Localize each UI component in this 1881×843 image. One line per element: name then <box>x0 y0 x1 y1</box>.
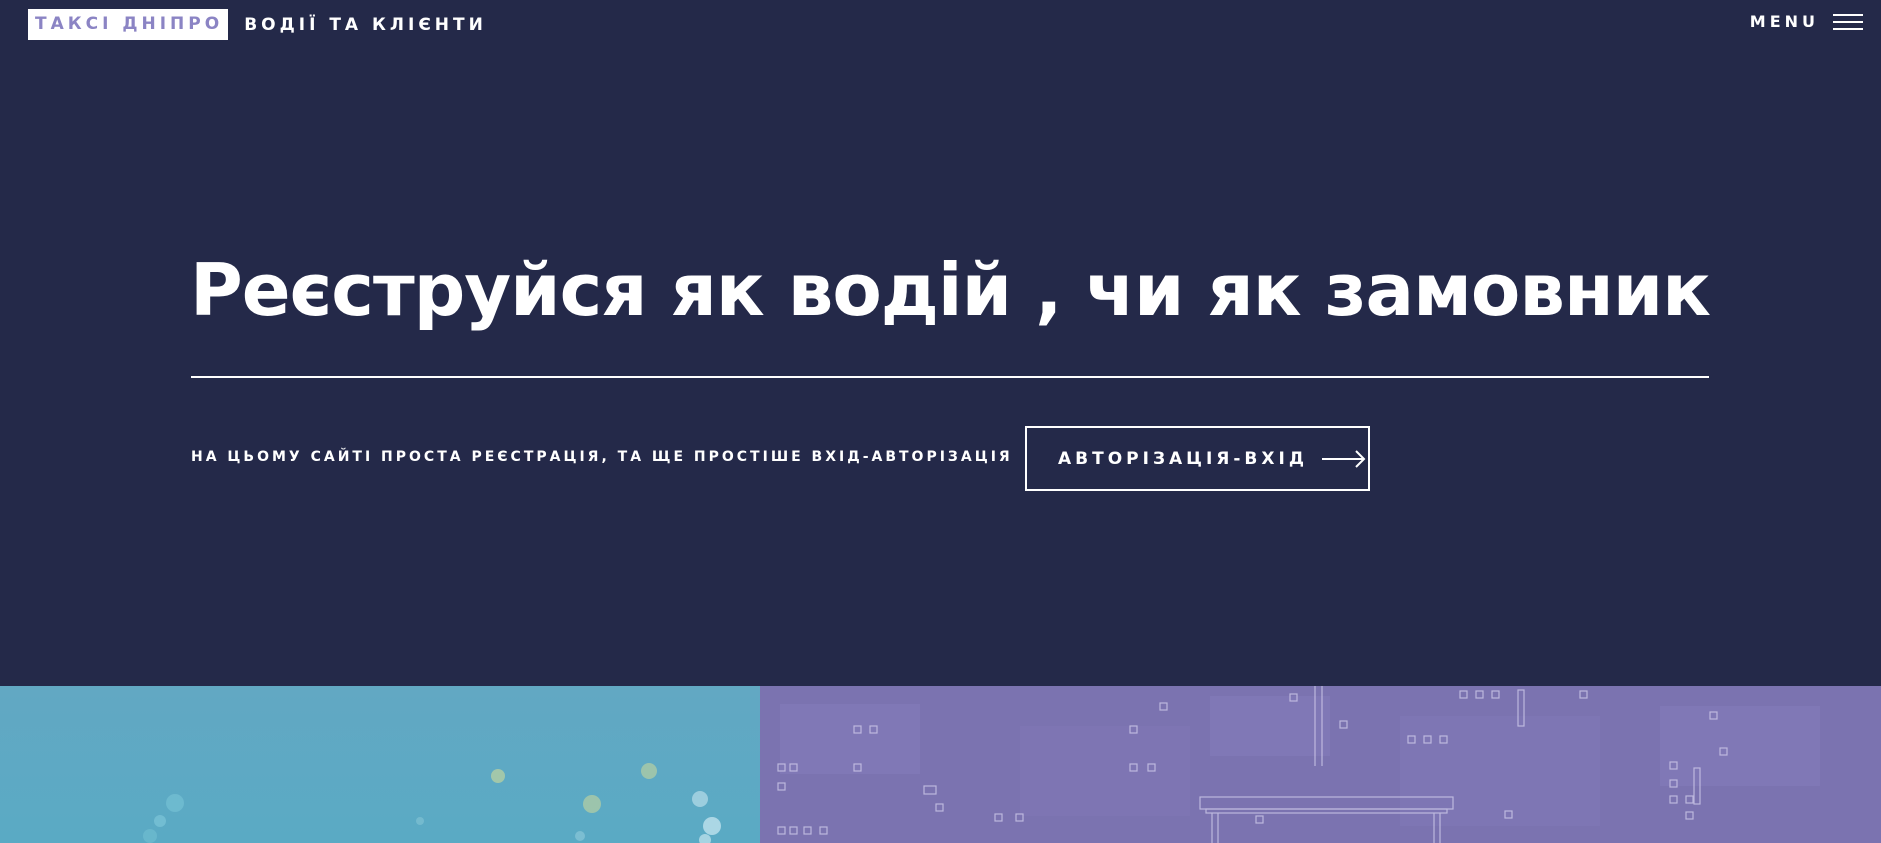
tile-left[interactable] <box>0 686 760 843</box>
hero-title: Реєструйся як водій , чи як замовник <box>190 248 1711 332</box>
login-button-label: АВТОРІЗАЦІЯ-ВХІД <box>1058 448 1308 469</box>
menu-button[interactable]: MENU <box>1750 12 1863 31</box>
tile-left-image <box>143 763 721 843</box>
menu-label: MENU <box>1749 12 1819 31</box>
hero-divider <box>191 376 1709 378</box>
logo-primary: ТАКСІ ДНІПРО <box>28 9 229 40</box>
logo-secondary: ВОДІЇ ТА КЛІЄНТИ <box>244 14 487 35</box>
login-button[interactable]: АВТОРІЗАЦІЯ-ВХІД <box>1025 426 1370 491</box>
tile-right[interactable] <box>760 686 1881 843</box>
site-logo[interactable]: ТАКСІ ДНІПРО ВОДІЇ ТА КЛІЄНТИ <box>28 9 487 40</box>
hero-subtitle: НА ЦЬОМУ САЙТІ ПРОСТА РЕЄСТРАЦІЯ, ТА ЩЕ … <box>191 449 1013 465</box>
site-header: ТАКСІ ДНІПРО ВОДІЇ ТА КЛІЄНТИ MENU <box>0 0 1881 50</box>
tile-right-image <box>777 686 1820 843</box>
arrow-right-icon <box>1321 449 1366 468</box>
hamburger-icon <box>1833 13 1863 30</box>
